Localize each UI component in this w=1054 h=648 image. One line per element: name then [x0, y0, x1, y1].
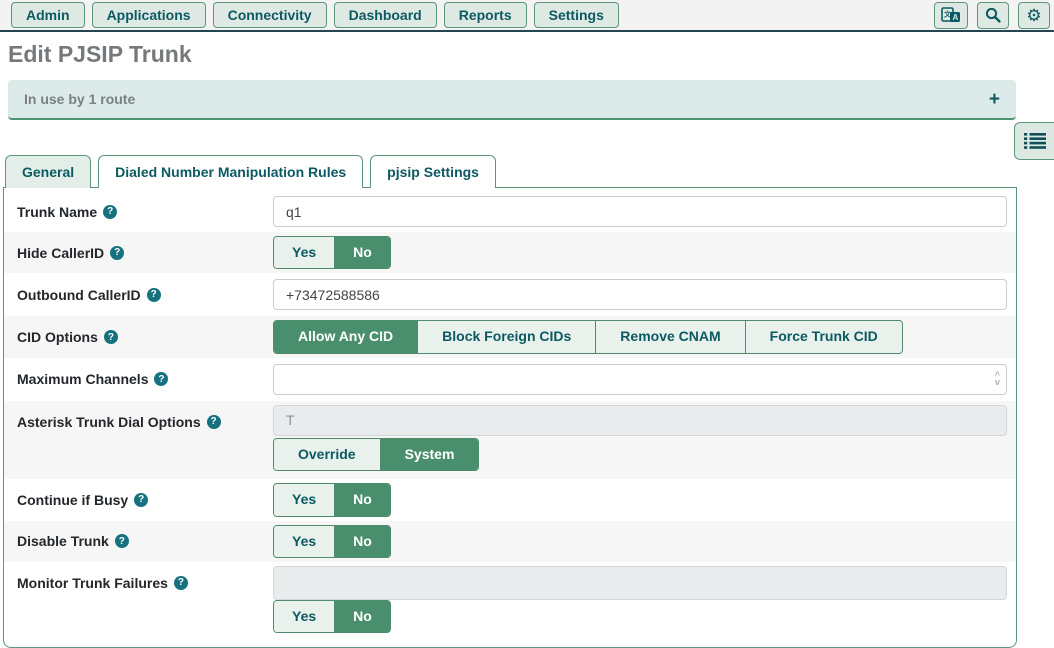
gear-icon: ⚙: [1026, 7, 1041, 24]
top-navbar: Admin Applications Connectivity Dashboar…: [0, 0, 1054, 32]
continue-if-busy-no-button[interactable]: No: [335, 484, 390, 515]
help-icon[interactable]: ?: [147, 288, 161, 302]
number-stepper[interactable]: ^ v: [995, 372, 1000, 386]
usage-panel-text: In use by 1 route: [24, 91, 135, 107]
navbar-tools: 文 A ⚙: [925, 2, 1050, 29]
form-row-outbound-callerid: Outbound CallerID ?: [4, 273, 1016, 316]
list-icon: [1024, 132, 1046, 150]
cid-options-label: CID Options: [17, 329, 98, 345]
nav-dashboard[interactable]: Dashboard: [334, 2, 437, 28]
page-title: Edit PJSIP Trunk: [8, 41, 1046, 68]
maximum-channels-label: Maximum Channels: [17, 371, 148, 387]
disable-trunk-label: Disable Trunk: [17, 533, 109, 549]
help-icon[interactable]: ?: [110, 246, 124, 260]
nav-reports[interactable]: Reports: [444, 2, 527, 28]
form-row-dial-options: Asterisk Trunk Dial Options ? Override S…: [4, 401, 1016, 479]
help-icon[interactable]: ?: [134, 493, 148, 507]
cid-options-toggle: Allow Any CID Block Foreign CIDs Remove …: [273, 320, 903, 353]
expand-plus-icon[interactable]: +: [989, 90, 1000, 109]
outbound-callerid-label: Outbound CallerID: [17, 287, 141, 303]
dial-options-label: Asterisk Trunk Dial Options: [17, 414, 201, 430]
hide-callerid-no-button[interactable]: No: [335, 237, 390, 268]
sidebar-list-button[interactable]: [1014, 122, 1054, 160]
cid-remove-cnam-button[interactable]: Remove CNAM: [596, 321, 745, 352]
dial-options-input: [273, 405, 1007, 436]
settings-gear-button[interactable]: ⚙: [1018, 2, 1050, 29]
tab-pjsip-settings[interactable]: pjsip Settings: [370, 155, 496, 188]
form-row-maximum-channels: Maximum Channels ? ^ v: [4, 358, 1016, 401]
help-icon[interactable]: ?: [174, 576, 188, 590]
monitor-trunk-failures-toggle: Yes No: [273, 600, 391, 633]
help-icon[interactable]: ?: [154, 372, 168, 386]
monitor-trunk-failures-label: Monitor Trunk Failures: [17, 575, 168, 591]
nav-admin[interactable]: Admin: [11, 2, 85, 28]
continue-if-busy-label: Continue if Busy: [17, 492, 128, 508]
form-row-continue-if-busy: Continue if Busy ? Yes No: [4, 479, 1016, 520]
form-row-cid-options: CID Options ? Allow Any CID Block Foreig…: [4, 316, 1016, 357]
hide-callerid-label: Hide CallerID: [17, 245, 104, 261]
nav-connectivity[interactable]: Connectivity: [213, 2, 327, 28]
hide-callerid-toggle: Yes No: [273, 236, 391, 269]
language-button[interactable]: 文 A: [934, 2, 968, 29]
stepper-down-icon[interactable]: v: [995, 379, 1000, 386]
dial-options-override-button[interactable]: Override: [274, 439, 381, 470]
cid-allow-any-cid-button[interactable]: Allow Any CID: [274, 321, 418, 352]
help-icon[interactable]: ?: [103, 205, 117, 219]
disable-trunk-no-button[interactable]: No: [335, 526, 390, 557]
tab-bar: General Dialed Number Manipulation Rules…: [0, 155, 1054, 187]
cid-block-foreign-cids-button[interactable]: Block Foreign CIDs: [418, 321, 596, 352]
trunk-name-label: Trunk Name: [17, 204, 97, 220]
help-icon[interactable]: ?: [207, 415, 221, 429]
monitor-trunk-failures-input: [273, 566, 1007, 600]
tab-general[interactable]: General: [5, 155, 91, 188]
dial-options-toggle: Override System: [273, 438, 479, 471]
main-menu: Admin Applications Connectivity Dashboar…: [4, 2, 619, 28]
hide-callerid-yes-button[interactable]: Yes: [274, 237, 335, 268]
search-icon: [985, 7, 1001, 23]
dial-options-system-button[interactable]: System: [381, 439, 479, 470]
nav-applications[interactable]: Applications: [92, 2, 206, 28]
disable-trunk-yes-button[interactable]: Yes: [274, 526, 335, 557]
cid-force-trunk-cid-button[interactable]: Force Trunk CID: [746, 321, 902, 352]
nav-settings[interactable]: Settings: [534, 2, 619, 28]
tabs-area: General Dialed Number Manipulation Rules…: [0, 155, 1054, 648]
usage-panel[interactable]: In use by 1 route +: [8, 80, 1016, 120]
form-row-monitor-trunk-failures: Monitor Trunk Failures ? Yes No: [4, 562, 1016, 641]
monitor-trunk-failures-no-button[interactable]: No: [335, 601, 390, 632]
monitor-trunk-failures-yes-button[interactable]: Yes: [274, 601, 335, 632]
help-icon[interactable]: ?: [115, 534, 129, 548]
help-icon[interactable]: ?: [104, 330, 118, 344]
disable-trunk-toggle: Yes No: [273, 525, 391, 558]
outbound-callerid-input[interactable]: [273, 279, 1007, 310]
tab-dialed-number-manipulation-rules[interactable]: Dialed Number Manipulation Rules: [98, 155, 363, 188]
maximum-channels-input[interactable]: [273, 364, 1007, 395]
trunk-name-input[interactable]: [273, 196, 1007, 227]
language-icon: 文 A: [941, 7, 961, 23]
svg-text:A: A: [953, 13, 959, 22]
continue-if-busy-yes-button[interactable]: Yes: [274, 484, 335, 515]
tab-panel-general: Trunk Name ? Hide CallerID ? Yes No: [3, 187, 1017, 648]
form-row-trunk-name: Trunk Name ?: [4, 191, 1016, 232]
continue-if-busy-toggle: Yes No: [273, 483, 391, 516]
search-button[interactable]: [977, 2, 1009, 29]
form-row-disable-trunk: Disable Trunk ? Yes No: [4, 521, 1016, 562]
form-row-hide-callerid: Hide CallerID ? Yes No: [4, 232, 1016, 273]
